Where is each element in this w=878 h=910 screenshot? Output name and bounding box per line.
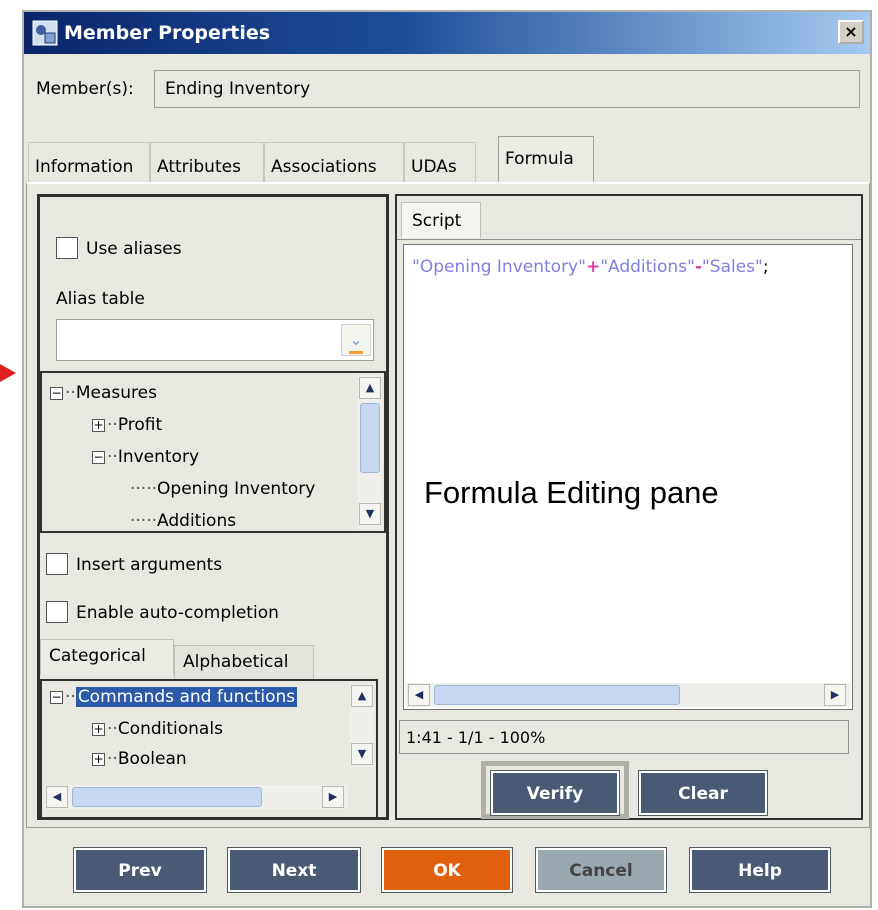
code-string: "Opening Inventory" [412,257,586,277]
tree-node-label: Additions [157,511,237,531]
tab-formula[interactable]: Formula [498,136,594,184]
use-aliases-checkbox[interactable] [56,237,78,259]
tree-node-label: Profit [117,415,163,435]
outline-tree[interactable]: − ··Measures + ··Profit − ··Inventory ·····… [40,371,386,533]
tree-node-label: Measures [75,383,157,403]
chevron-down-icon[interactable]: ⌄ [341,324,371,356]
enable-autocompletion-checkbox[interactable] [46,601,68,623]
formula-tab-pane: Use aliases Alias table ⌄ − ··Measures + ·… [26,182,870,828]
scroll-up-icon[interactable]: ▲ [351,685,373,707]
window-title: Member Properties [64,22,271,44]
tree-node[interactable]: ·····Opening Inventory [130,479,315,499]
use-aliases-label: Use aliases [86,239,182,259]
tree-node-label: Opening Inventory [157,479,316,499]
collapse-icon[interactable]: − [50,690,63,704]
member-properties-icon [32,20,58,46]
tree-node[interactable]: + ··Conditionals [92,719,223,739]
code-string: "Sales" [701,257,763,277]
collapse-icon[interactable]: − [92,450,105,464]
help-button[interactable]: Help [689,847,831,893]
tree-node[interactable]: ·····Additions [130,511,236,531]
scroll-thumb[interactable] [434,685,680,705]
member-field: Ending Inventory [154,70,860,108]
clear-button[interactable]: Clear [638,770,768,816]
scroll-left-icon[interactable]: ◀ [408,684,430,706]
editor-hscrollbar[interactable]: ◀ ▶ [406,683,850,707]
callout-arrow [0,364,16,382]
expand-icon[interactable]: + [92,722,105,736]
code-terminator: ; [762,257,769,277]
alias-table-label: Alias table [56,289,145,309]
alias-table-select[interactable]: ⌄ [56,319,374,361]
tree-node[interactable]: − ·· Commands and functions [50,687,298,707]
collapse-icon[interactable]: − [50,386,63,400]
tab-categorical[interactable]: Categorical [40,639,174,675]
verify-button[interactable]: Verify [490,770,620,816]
tree-node[interactable]: + ··Profit [92,415,162,435]
tree-node-label: Commands and functions [75,687,298,707]
tab-script[interactable]: Script [401,202,481,238]
tab-associations[interactable]: Associations [264,142,404,182]
cancel-button[interactable]: Cancel [535,847,667,893]
scroll-down-icon[interactable]: ▼ [351,743,373,765]
tab-alphabetical[interactable]: Alphabetical [174,645,314,681]
scroll-thumb[interactable] [360,403,380,473]
scroll-thumb[interactable] [72,787,262,807]
tab-udas[interactable]: UDAs [404,142,476,182]
expand-icon[interactable]: + [92,418,105,432]
close-button[interactable]: × [838,20,864,44]
scroll-right-icon[interactable]: ▶ [824,684,846,706]
insert-arguments-checkbox[interactable] [46,553,68,575]
code-operator: + [585,257,601,277]
code-operator: - [694,257,702,277]
scroll-left-icon[interactable]: ◀ [46,786,68,808]
expand-icon[interactable]: + [92,752,105,766]
insert-arguments-label: Insert arguments [76,555,223,575]
tree-node[interactable]: + ··Boolean [92,749,187,769]
function-tree[interactable]: − ·· Commands and functions + ··Conditional… [40,679,378,819]
outline-scrollbar[interactable]: ▲ ▼ [358,375,382,529]
formula-editing-pane-label: Formula Editing pane [424,475,719,510]
scroll-right-icon[interactable]: ▶ [322,786,344,808]
member-properties-dialog: Member Properties × Member(s): Ending In… [22,10,872,908]
title-bar: Member Properties × [24,12,870,54]
tree-node[interactable]: − ··Inventory [92,447,199,467]
code-string: "Additions" [600,257,695,277]
tab-information[interactable]: Information [28,142,150,182]
formula-code[interactable]: "Opening Inventory"+"Additions"-"Sales"; [412,257,769,277]
scroll-down-icon[interactable]: ▼ [359,503,381,525]
prev-button[interactable]: Prev [73,847,207,893]
outline-panel: Use aliases Alias table ⌄ − ··Measures + ·… [37,194,389,820]
enable-autocompletion-label: Enable auto-completion [76,603,279,623]
next-button[interactable]: Next [227,847,361,893]
tab-attributes[interactable]: Attributes [150,142,264,182]
tree-node-label: Boolean [117,749,187,769]
ok-button[interactable]: OK [381,847,513,893]
tree-node[interactable]: − ··Measures [50,383,157,403]
scroll-up-icon[interactable]: ▲ [359,377,381,399]
cursor-status: 1:41 - 1/1 - 100% [399,720,849,754]
tree-node-label: Conditionals [117,719,223,739]
tree-node-label: Inventory [117,447,200,467]
function-hscrollbar[interactable]: ◀ ▶ [44,785,348,809]
member-label: Member(s): [36,79,134,99]
function-vscrollbar[interactable]: ▲ ▼ [350,683,374,767]
script-panel: Script "Opening Inventory"+"Additions"-"… [395,194,863,820]
formula-editor[interactable]: "Opening Inventory"+"Additions"-"Sales";… [403,244,853,710]
